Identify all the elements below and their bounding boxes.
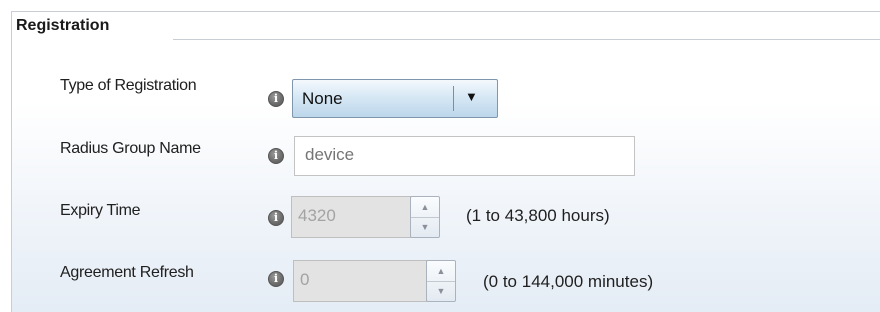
type-of-registration-label: Type of Registration: [60, 77, 197, 94]
info-icon[interactable]: i: [268, 210, 284, 226]
agreement-refresh-range-hint: (0 to 144,000 minutes): [483, 272, 654, 291]
arrow-up-icon[interactable]: ▲: [427, 261, 455, 282]
info-icon[interactable]: i: [268, 271, 284, 287]
registration-type-selected-value: None: [302, 89, 343, 108]
agreement-refresh-label: Agreement Refresh: [60, 264, 194, 281]
arrow-down-icon[interactable]: ▼: [411, 217, 439, 237]
section-title: Registration: [16, 17, 109, 35]
expiry-time-range-hint: (1 to 43,800 hours): [466, 206, 610, 225]
expiry-time-field[interactable]: [291, 196, 411, 238]
radius-group-name-label: Radius Group Name: [60, 140, 201, 157]
section-divider: [173, 39, 880, 40]
chevron-down-icon[interactable]: ▼: [465, 89, 478, 104]
info-icon[interactable]: i: [268, 148, 284, 164]
radius-group-name-field[interactable]: [294, 136, 635, 176]
expiry-time-spinner[interactable]: ▲ ▼: [410, 196, 440, 238]
info-icon[interactable]: i: [268, 91, 284, 107]
agreement-refresh-field[interactable]: [293, 260, 427, 302]
arrow-down-icon[interactable]: ▼: [427, 281, 455, 301]
registration-type-select[interactable]: None ▼: [292, 79, 498, 118]
arrow-up-icon[interactable]: ▲: [411, 197, 439, 218]
select-divider: [453, 86, 454, 111]
radius-group-name-input[interactable]: [295, 137, 625, 173]
expiry-time-label: Expiry Time: [60, 202, 141, 219]
section-title-text: Registration: [16, 17, 110, 34]
agreement-refresh-input[interactable]: [294, 261, 424, 299]
agreement-refresh-spinner[interactable]: ▲ ▼: [426, 260, 456, 302]
expiry-time-input[interactable]: [292, 197, 408, 235]
